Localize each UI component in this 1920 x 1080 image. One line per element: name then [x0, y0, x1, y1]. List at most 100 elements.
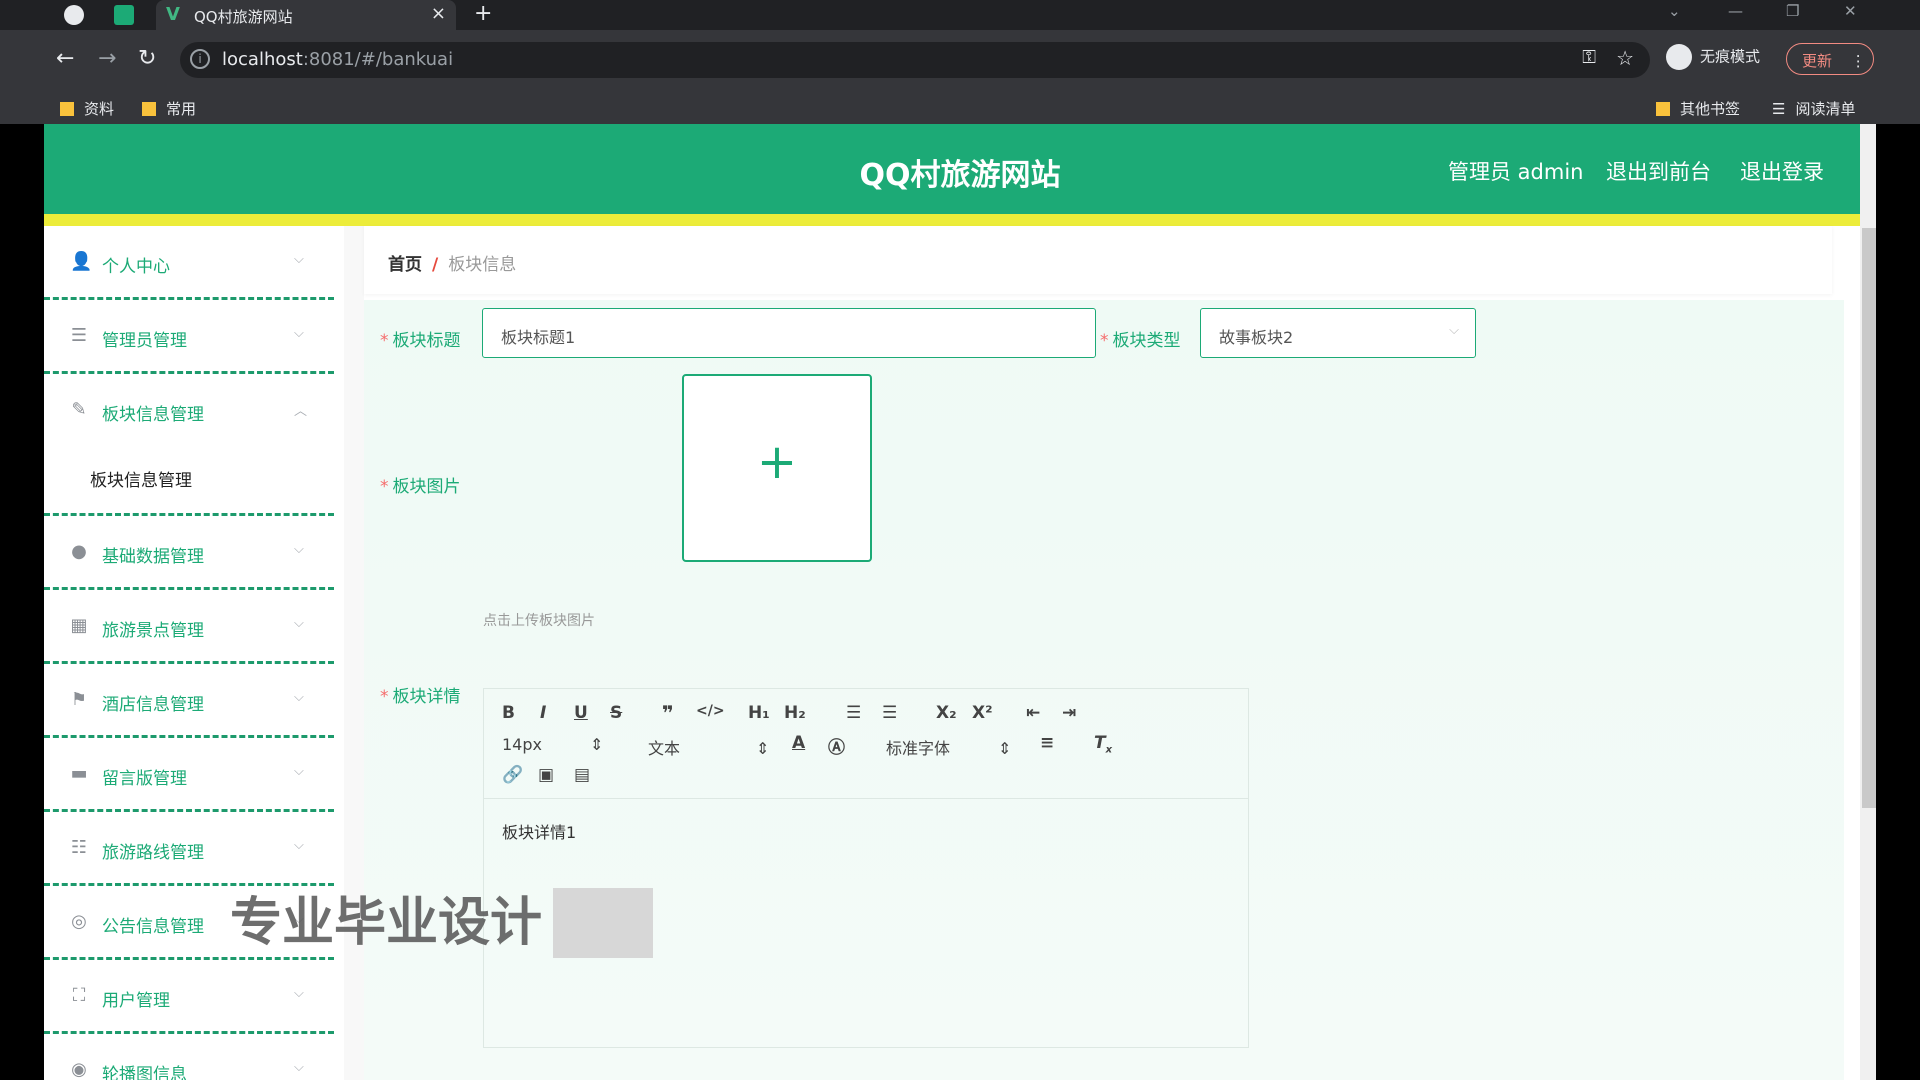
background-color-icon[interactable]: Ⓐ: [828, 733, 845, 758]
bookmark-folder-other[interactable]: 其他书签: [1656, 98, 1740, 119]
strike-button[interactable]: S: [610, 703, 622, 723]
chevron-down-icon: ⌵: [294, 986, 304, 1001]
site-title: QQ村旅游网站: [859, 158, 1061, 193]
font-size-select[interactable]: 14px ⇕: [502, 735, 603, 754]
message-icon: ▬: [70, 763, 88, 784]
h1-button[interactable]: H₁: [748, 703, 770, 723]
outdent-button[interactable]: ⇤: [1026, 703, 1040, 723]
h2-button[interactable]: H₂: [784, 703, 806, 723]
sidebar-item-route[interactable]: ☷ 旅游路线管理 ⌵: [44, 812, 334, 886]
grid-icon: ▦: [70, 615, 88, 636]
tab-search-icon[interactable]: ⌄: [1668, 2, 1681, 20]
sidebar-item-label: 个人中心: [102, 257, 170, 277]
link-icon[interactable]: 🔗: [502, 765, 523, 785]
incognito-icon: [1666, 44, 1692, 70]
logout-link[interactable]: 退出登录: [1740, 156, 1824, 186]
chevron-down-icon: ⌵: [1449, 323, 1459, 338]
format-select[interactable]: 文本 ⇕: [648, 735, 769, 759]
scrollbar-thumb[interactable]: [1862, 228, 1876, 808]
editor-body[interactable]: 板块详情1: [502, 819, 576, 843]
chevron-down-icon: ⌵: [294, 542, 304, 557]
browser-tab-bar: V QQ村旅游网站 × + ⌄ — ❐ ✕: [0, 0, 1920, 30]
watermark-text: 专业毕业设计: [230, 893, 543, 953]
sidebar-item-hotel[interactable]: ⚑ 酒店信息管理 ⌵: [44, 664, 334, 738]
bookmark-folder-changyong[interactable]: 常用: [142, 98, 196, 119]
update-button[interactable]: 更新 ⋮: [1786, 43, 1874, 75]
ordered-list-button[interactable]: ☰: [846, 703, 861, 723]
accent-strip: [44, 214, 1876, 226]
incognito-indicator[interactable]: 无痕模式: [1666, 44, 1760, 70]
plus-icon: +: [756, 434, 798, 490]
reading-list-button[interactable]: ☰ 阅读清单: [1772, 98, 1855, 119]
blockquote-button[interactable]: ❞: [662, 701, 674, 725]
clear-format-icon[interactable]: Tx: [1094, 733, 1112, 755]
breadcrumb-home[interactable]: 首页: [388, 255, 422, 275]
sidebar-item-message[interactable]: ▬ 留言版管理 ⌵: [44, 738, 334, 812]
chevron-down-icon: ⌵: [294, 764, 304, 779]
circle-icon: ◉: [71, 1059, 87, 1080]
board-form: * 板块标题 板块标题1 * 板块类型 故事板块2 ⌵ * 板块图片 + 点击上传板块…: [364, 300, 1844, 1080]
back-to-front-link[interactable]: 退出到前台: [1606, 156, 1711, 186]
italic-button[interactable]: I: [540, 703, 546, 723]
font-family-select[interactable]: 标准字体 ⇕: [886, 735, 1011, 759]
bold-button[interactable]: B: [502, 703, 515, 723]
bookmark-folder-ziliao[interactable]: 资料: [60, 98, 114, 119]
restore-button[interactable]: ❐: [1786, 2, 1799, 20]
minimize-button[interactable]: —: [1728, 2, 1743, 20]
back-button[interactable]: ←: [56, 46, 74, 71]
type-select[interactable]: 故事板块2 ⌵: [1200, 308, 1476, 358]
tab-title: QQ村旅游网站: [194, 8, 293, 26]
align-icon[interactable]: ≡: [1040, 733, 1054, 753]
chevron-down-icon: ⌵: [294, 252, 304, 267]
font-color-icon[interactable]: A: [792, 733, 805, 753]
sidebar-item-label: 基础数据管理: [102, 547, 204, 567]
chevron-down-icon: ⌵: [294, 616, 304, 631]
new-tab-button[interactable]: +: [474, 1, 492, 26]
forward-button[interactable]: →: [98, 46, 116, 71]
indent-button[interactable]: ⇥: [1062, 703, 1076, 723]
sidebar-item-admin[interactable]: ☰ 管理员管理 ⌵: [44, 300, 334, 374]
sidebar-item-label: 轮播图信息: [102, 1065, 187, 1080]
flag-icon: ⚑: [70, 689, 88, 710]
sidebar-item-label: 公告信息管理: [102, 917, 204, 937]
chevron-up-icon: ︿: [294, 404, 308, 419]
chevron-down-icon: ⌵: [294, 1060, 304, 1075]
password-key-icon[interactable]: ⚿: [1582, 47, 1596, 68]
editor-toolbar: B I U S ❞ </> H₁ H₂ ☰ ☰ X₂ X² ⇤ ⇥ 14px ⇕ …: [484, 689, 1248, 799]
sidebar-item-label: 板块信息管理: [102, 405, 204, 425]
active-tab[interactable]: V QQ村旅游网站 ×: [156, 0, 456, 30]
sidebar-item-carousel[interactable]: ◉ 轮播图信息 ⌵: [44, 1034, 334, 1080]
bookmarks-bar: 资料 常用 其他书签 ☰ 阅读清单: [0, 90, 1920, 124]
code-button[interactable]: </>: [696, 703, 725, 719]
tab-close-icon[interactable]: ×: [431, 3, 446, 24]
title-input[interactable]: 板块标题1: [482, 308, 1096, 358]
image-icon[interactable]: ▣: [538, 765, 554, 785]
sidebar-item-label: 管理员管理: [102, 331, 187, 351]
breadcrumb: 首页 / 板块信息: [364, 226, 1832, 294]
underline-button[interactable]: U: [574, 703, 588, 723]
vue-favicon-icon: V: [166, 4, 180, 25]
video-icon[interactable]: ▤: [574, 765, 590, 785]
bookmark-star-icon[interactable]: ☆: [1616, 46, 1634, 70]
sheet-tab-icon[interactable]: [114, 5, 134, 25]
compass-icon: ◎: [71, 911, 87, 932]
window-close-button[interactable]: ✕: [1844, 2, 1857, 20]
sidebar-item-user[interactable]: ⛶ 用户管理 ⌵: [44, 960, 334, 1034]
rich-text-editor: B I U S ❞ </> H₁ H₂ ☰ ☰ X₂ X² ⇤ ⇥ 14px ⇕ …: [483, 688, 1249, 1048]
site-info-icon[interactable]: i: [190, 49, 210, 69]
sidebar-item-label: 酒店信息管理: [102, 695, 204, 715]
image-uploader[interactable]: +: [682, 374, 872, 562]
address-bar-row: ← → ↻ i localhost:8081/#/bankuai ⚿ ☆ 无痕模…: [0, 30, 1920, 90]
sidebar-item-profile[interactable]: 👤 个人中心 ⌵: [44, 226, 334, 300]
browser-globe-icon[interactable]: [64, 5, 84, 25]
sidebar-item-basedata[interactable]: ● 基础数据管理 ⌵: [44, 516, 334, 590]
subscript-button[interactable]: X₂: [936, 703, 957, 723]
sidebar-item-attraction[interactable]: ▦ 旅游景点管理 ⌵: [44, 590, 334, 664]
reload-button[interactable]: ↻: [138, 46, 156, 71]
url-field[interactable]: i localhost:8081/#/bankuai ⚿ ☆: [180, 42, 1650, 78]
bullet-list-button[interactable]: ☰: [882, 703, 897, 723]
sidebar-item-board[interactable]: ✎ 板块信息管理 ︿ 板块信息管理: [44, 374, 334, 516]
chevron-down-icon: ⌵: [294, 690, 304, 705]
submenu-board-manage[interactable]: 板块信息管理: [90, 466, 192, 491]
superscript-button[interactable]: X²: [972, 703, 993, 723]
